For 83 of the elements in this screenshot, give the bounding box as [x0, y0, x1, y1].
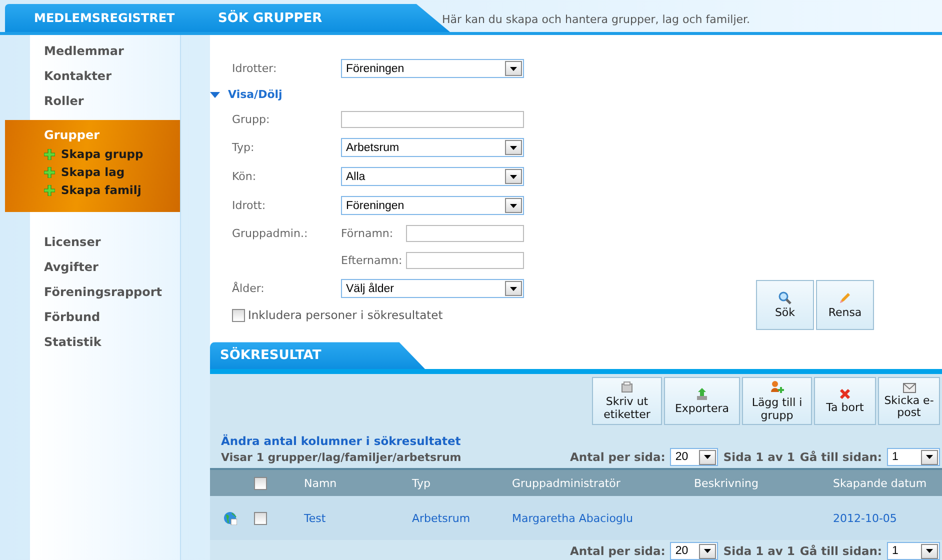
- dropdown[interactable]: Föreningen: [341, 59, 524, 78]
- dropdown[interactable]: 20: [670, 542, 718, 560]
- sidebar-item[interactable]: Medlemmar: [30, 39, 180, 64]
- input-field[interactable]: [406, 225, 524, 242]
- plus-icon: [44, 148, 55, 160]
- sidebar-subitem[interactable]: Skapa familj: [61, 183, 142, 197]
- sidebar-item[interactable]: Föreningsrapport: [30, 280, 180, 305]
- dropdown[interactable]: 1: [887, 542, 940, 560]
- page-info: Sida 1 av 1: [723, 544, 795, 558]
- results-title: SÖKRESULTAT: [210, 342, 425, 369]
- field-label: Idrotter:: [232, 62, 278, 75]
- caret-icon: [921, 544, 938, 558]
- delete-icon: [839, 388, 851, 400]
- dropdown[interactable]: 1: [887, 448, 940, 466]
- table-row[interactable]: Test Arbetsrum Margaretha Abacioglu 2012-10-05: [210, 496, 942, 540]
- columns-link[interactable]: Ändra antal kolumner i sökresultatet: [210, 425, 942, 448]
- sidebar-subitem[interactable]: Skapa lag: [61, 165, 125, 179]
- envelope-icon: [902, 382, 916, 393]
- globe-icon: [223, 511, 237, 525]
- field-label: Typ:: [232, 141, 256, 154]
- caret-icon: [505, 169, 522, 184]
- toolbar-button[interactable]: Skicka e-post: [878, 377, 940, 425]
- search-button[interactable]: Rensa: [816, 280, 874, 330]
- sidebar-item-label: Grupper: [44, 128, 101, 142]
- export-icon: [695, 386, 709, 401]
- pencil-icon: [838, 291, 852, 306]
- field-label: Efternamn:: [341, 254, 402, 267]
- result-count: Visar 1 grupper/lag/familjer/arbetsrum: [221, 450, 462, 464]
- caret-icon: [505, 281, 522, 296]
- caret-icon: [505, 61, 522, 76]
- plus-icon: [44, 166, 55, 178]
- toolbar-button[interactable]: Ta bort: [814, 377, 876, 425]
- toolbar-button[interactable]: Lägg till i grupp: [742, 377, 812, 425]
- row-checkbox[interactable]: [254, 512, 267, 524]
- toolbar-button[interactable]: Skriv ut etiketter: [592, 377, 662, 425]
- page-description: Här kan du skapa och hantera grupper, lag och familjer.: [442, 12, 750, 26]
- dropdown[interactable]: Välj ålder: [341, 279, 524, 298]
- app-title: MEDLEMSREGISTRET: [5, 4, 210, 32]
- per-page-label: Antal per sida:: [570, 450, 666, 464]
- field-label: Idrott:: [232, 199, 267, 212]
- toolbar-button[interactable]: Exportera: [664, 377, 740, 425]
- caret-icon: [699, 450, 716, 464]
- dropdown[interactable]: Föreningen: [341, 196, 524, 215]
- dropdown[interactable]: Alla: [341, 167, 524, 186]
- checkbox[interactable]: [232, 308, 245, 322]
- field-label: Kön:: [232, 170, 258, 183]
- search-button[interactable]: Sök: [756, 280, 814, 330]
- field-label: Förnamn:: [341, 227, 394, 240]
- field-label: Gruppadmin.:: [232, 227, 309, 240]
- sidebar-item[interactable]: Avgifter: [30, 255, 180, 280]
- page-info: Sida 1 av 1: [723, 450, 795, 464]
- printer-icon: [620, 381, 634, 394]
- table-cell[interactable]: Margaretha Abacioglu: [512, 512, 694, 524]
- table-cell[interactable]: Test: [304, 512, 412, 524]
- goto-page-label: Gå till sidan:: [800, 450, 882, 464]
- input-field[interactable]: [341, 111, 524, 128]
- sidebar-active-item[interactable]: Grupper Skapa grupp Skapa lag Skapa familj: [5, 120, 180, 212]
- dropdown[interactable]: Arbetsrum: [341, 138, 524, 157]
- sidebar-item[interactable]: Förbund: [30, 305, 180, 330]
- caret-icon: [921, 450, 938, 464]
- table-cell[interactable]: 2012-10-05: [833, 512, 942, 524]
- select-all-checkbox[interactable]: [254, 476, 267, 490]
- sidebar-item[interactable]: Statistik: [30, 330, 180, 355]
- plus-icon: [44, 184, 55, 196]
- show-hide-toggle[interactable]: Visa/Dölj: [210, 88, 524, 101]
- sidebar-item[interactable]: Roller: [30, 89, 180, 114]
- triangle-icon: [210, 90, 220, 98]
- caret-icon: [505, 198, 522, 213]
- field-label: Grupp:: [232, 113, 271, 126]
- input-field[interactable]: [406, 252, 524, 269]
- group-add-icon: [770, 380, 784, 396]
- sidebar-item[interactable]: Kontakter: [30, 64, 180, 89]
- goto-page-label: Gå till sidan:: [800, 544, 882, 558]
- dropdown[interactable]: 20: [670, 448, 718, 466]
- checkbox-label: Inkludera personer i sökresultatet: [248, 308, 443, 322]
- caret-icon: [505, 140, 522, 155]
- table-cell[interactable]: Arbetsrum: [412, 512, 512, 524]
- per-page-label: Antal per sida:: [570, 544, 666, 558]
- sidebar-subitem[interactable]: Skapa grupp: [61, 147, 144, 161]
- caret-icon: [699, 544, 716, 558]
- sidebar-item[interactable]: Licenser: [30, 230, 180, 255]
- search-icon: [778, 291, 792, 306]
- field-label: Ålder:: [232, 282, 266, 295]
